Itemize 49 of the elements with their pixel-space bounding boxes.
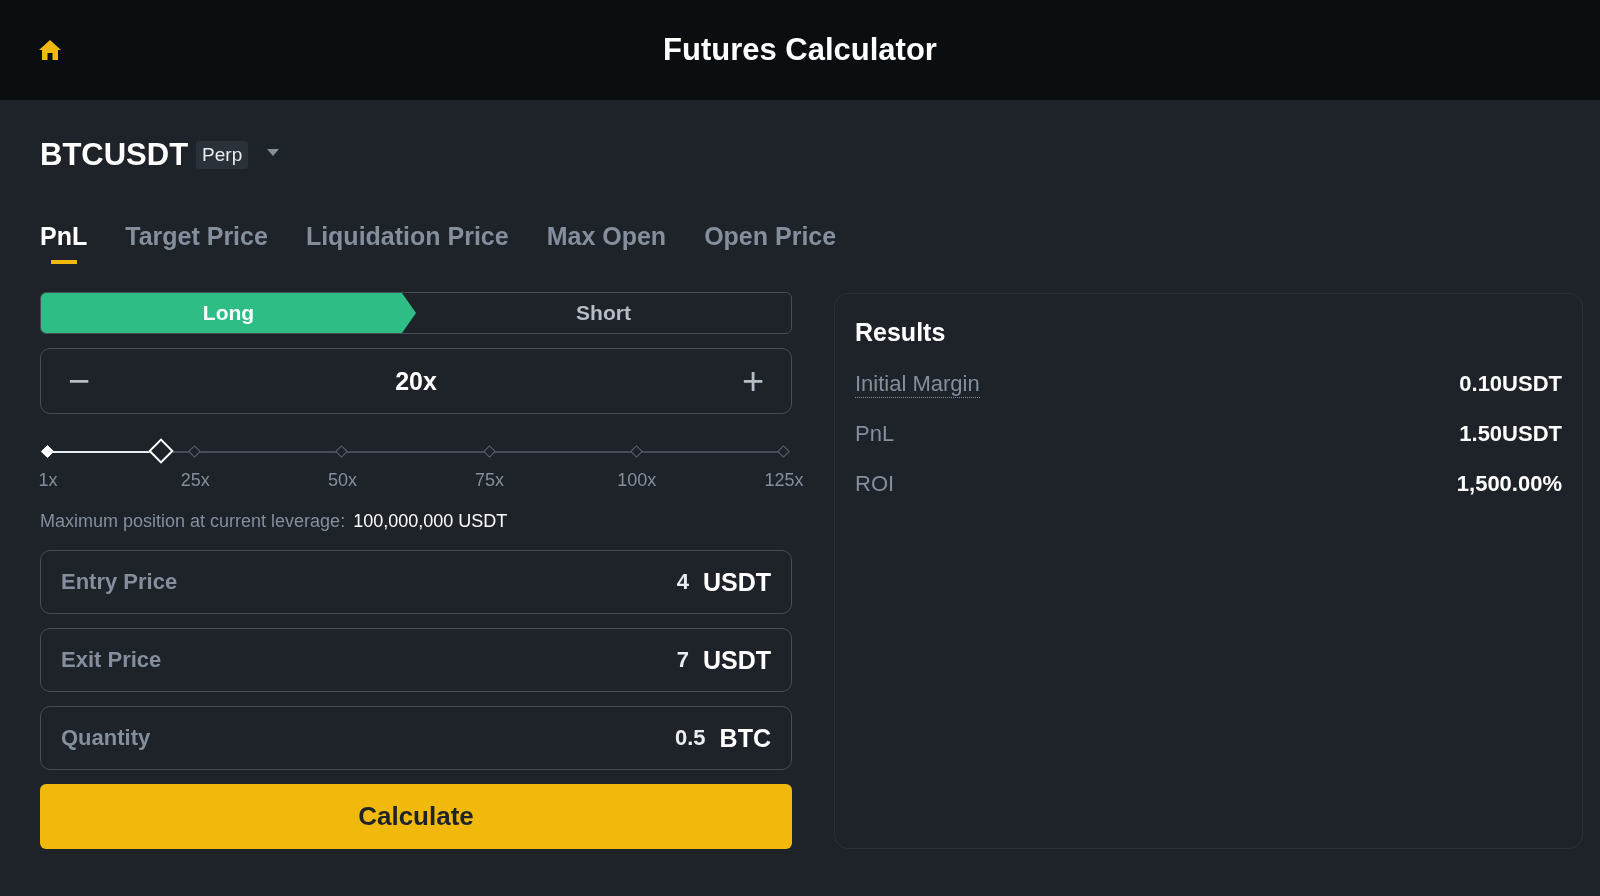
- side-tab[interactable]: Short: [416, 293, 791, 333]
- result-label: Initial Margin: [855, 370, 980, 398]
- tab-underline: [50, 260, 77, 264]
- tab[interactable]: Open Price: [704, 218, 837, 254]
- slider-tick: [482, 445, 496, 458]
- field-value: 0.5: [675, 725, 706, 751]
- leverage-mark: 100x: [617, 470, 657, 491]
- home-icon[interactable]: [38, 38, 62, 62]
- leverage-mark: 125x: [764, 470, 804, 491]
- field-value: 4: [676, 569, 689, 595]
- input-field[interactable]: Quantity 0.5 BTC: [40, 706, 792, 770]
- field-label: Entry Price: [61, 569, 178, 595]
- result-value: 1,500.00%: [1456, 471, 1562, 497]
- input-field[interactable]: Entry Price 4 USDT: [40, 550, 792, 614]
- result-value: 0.10USDT: [1459, 371, 1562, 397]
- field-label: Exit Price: [61, 647, 162, 673]
- field-value: 7: [676, 647, 689, 673]
- slider-tick: [335, 445, 349, 458]
- minus-button[interactable]: −: [63, 359, 95, 403]
- caret-icon[interactable]: [266, 147, 281, 157]
- calculate-button[interactable]: Calculate: [40, 784, 792, 849]
- tab[interactable]: Max Open: [546, 218, 667, 254]
- symbol-name[interactable]: BTCUSDT: [40, 137, 189, 173]
- page-title: Futures Calculator: [663, 32, 937, 68]
- plus-button[interactable]: +: [737, 359, 769, 403]
- unit-label: USDT: [702, 645, 771, 675]
- leverage-mark: 50x: [327, 470, 357, 491]
- leverage-mark: 1x: [38, 470, 58, 491]
- unit-label: BTC: [719, 723, 771, 753]
- slider-tick: [41, 445, 54, 458]
- result-label: ROI: [855, 471, 895, 497]
- slider-tick: [777, 445, 790, 458]
- input-field[interactable]: Exit Price 7 USDT: [40, 628, 792, 692]
- tab[interactable]: Target Price: [125, 218, 268, 254]
- leverage-mark: 75x: [475, 470, 505, 491]
- tab[interactable]: Liquidation Price: [305, 218, 509, 254]
- result-value: 1.50USDT: [1459, 421, 1562, 447]
- slider-tick: [188, 445, 202, 458]
- slider-tick: [629, 445, 643, 458]
- unit-label: USDT: [702, 567, 771, 597]
- result-label: PnL: [855, 421, 895, 447]
- leverage-value: 20x: [395, 366, 437, 396]
- max-position-value: 100,000,000 USDT: [353, 510, 508, 532]
- perp-badge: Perp: [196, 141, 249, 169]
- results-title: Results: [855, 318, 947, 347]
- max-position-label: Maximum position at current leverage:: [40, 510, 346, 532]
- field-label: Quantity: [61, 725, 151, 751]
- leverage-mark: 25x: [180, 470, 210, 491]
- tab[interactable]: PnL: [40, 218, 88, 254]
